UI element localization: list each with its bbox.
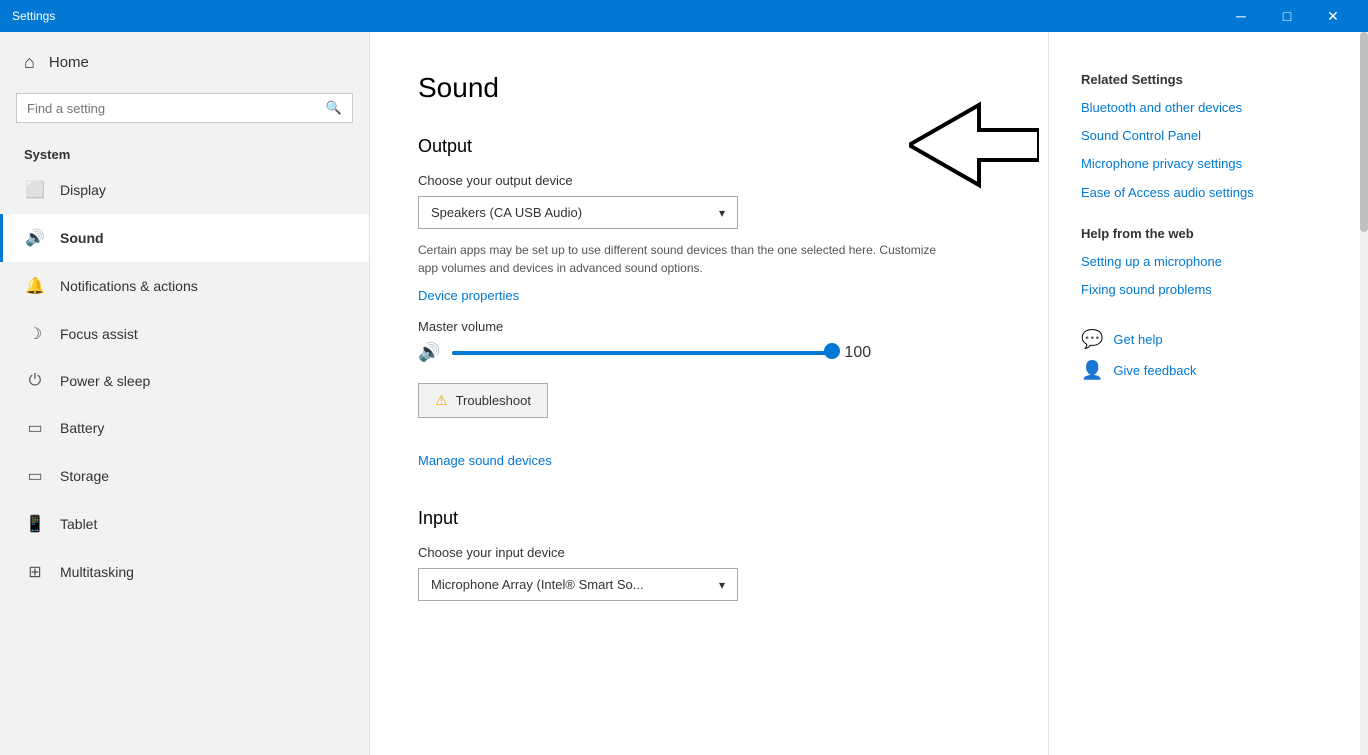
sidebar-sound-label: Sound [60,230,104,246]
output-chevron-icon: ▾ [719,206,725,220]
get-help-row[interactable]: 💬 Get help [1081,329,1344,350]
input-chevron-icon: ▾ [719,578,725,592]
output-section-title: Output [418,136,1000,157]
feedback-icon: 👤 [1081,360,1103,381]
display-icon: ⬜ [24,180,46,200]
sound-control-panel-link[interactable]: Sound Control Panel [1081,127,1344,145]
input-section: Input Choose your input device Microphon… [418,508,1000,601]
sidebar-multitasking-label: Multitasking [60,564,134,580]
scrollbar[interactable] [1360,32,1368,755]
output-device-label: Choose your output device [418,173,1000,188]
setup-mic-link[interactable]: Setting up a microphone [1081,253,1344,271]
get-help-link[interactable]: Get help [1113,331,1162,349]
microphone-privacy-link[interactable]: Microphone privacy settings [1081,155,1344,173]
troubleshoot-label: Troubleshoot [456,393,531,408]
storage-icon: ▭ [24,466,46,486]
sidebar-notifications-label: Notifications & actions [60,278,198,294]
title-bar: Settings ─ □ ✕ [0,0,1368,32]
sidebar-item-storage[interactable]: ▭ Storage [0,452,369,500]
maximize-button[interactable]: □ [1264,0,1310,32]
right-panel: Related Settings Bluetooth and other dev… [1048,32,1368,755]
main-content: Sound Output Choose your output device S… [370,32,1048,755]
manage-sound-link[interactable]: Manage sound devices [418,453,552,468]
search-icon: 🔍 [326,100,342,116]
volume-value: 100 [844,344,884,362]
related-settings-title: Related Settings [1081,72,1344,87]
home-label: Home [49,54,89,71]
sound-icon: 🔊 [24,228,46,248]
sidebar-item-focus[interactable]: ☽ Focus assist [0,310,369,358]
speaker-icon: 🔊 [418,342,440,363]
close-button[interactable]: ✕ [1310,0,1356,32]
device-properties-link[interactable]: Device properties [418,288,519,303]
volume-fill [452,351,832,355]
give-feedback-row[interactable]: 👤 Give feedback [1081,360,1344,381]
fix-sound-link[interactable]: Fixing sound problems [1081,281,1344,299]
sidebar-display-label: Display [60,182,106,198]
input-device-select[interactable]: Microphone Array (Intel® Smart So... ▾ [418,568,738,601]
output-device-select[interactable]: Speakers (CA USB Audio) ▾ [418,196,738,229]
input-section-title: Input [418,508,1000,529]
sidebar-item-display[interactable]: ⬜ Display [0,166,369,214]
sidebar-item-battery[interactable]: ▭ Battery [0,404,369,452]
tablet-icon: 📱 [24,514,46,534]
multitasking-icon: ⊞ [24,562,46,582]
sidebar-item-multitasking[interactable]: ⊞ Multitasking [0,548,369,596]
search-input[interactable] [27,101,318,116]
scrollbar-thumb[interactable] [1360,32,1368,232]
volume-row: 🔊 100 [418,342,1000,363]
ease-access-link[interactable]: Ease of Access audio settings [1081,184,1344,202]
sidebar-section-title: System [0,139,369,166]
sidebar-battery-label: Battery [60,420,104,436]
sidebar-item-sound[interactable]: 🔊 Sound [0,214,369,262]
bluetooth-link[interactable]: Bluetooth and other devices [1081,99,1344,117]
volume-thumb[interactable] [824,343,840,359]
sidebar-item-power[interactable]: ⏻ Power & sleep [0,358,369,404]
get-help-icon: 💬 [1081,329,1103,350]
page-title: Sound [418,72,1000,104]
output-device-value: Speakers (CA USB Audio) [431,205,582,220]
home-icon: ⌂ [24,52,35,73]
battery-icon: ▭ [24,418,46,438]
input-device-value: Microphone Array (Intel® Smart So... [431,577,644,592]
warning-icon: ⚠ [435,392,448,409]
notifications-icon: 🔔 [24,276,46,296]
focus-icon: ☽ [24,324,46,344]
sidebar-tablet-label: Tablet [60,516,97,532]
help-from-web-title: Help from the web [1081,226,1344,241]
minimize-button[interactable]: ─ [1218,0,1264,32]
sidebar-power-label: Power & sleep [60,373,150,389]
window-controls: ─ □ ✕ [1218,0,1356,32]
volume-slider[interactable] [452,351,832,355]
sidebar-focus-label: Focus assist [60,326,138,342]
output-info-text: Certain apps may be set up to use differ… [418,241,938,277]
input-device-label: Choose your input device [418,545,1000,560]
sidebar-home[interactable]: ⌂ Home [0,32,369,93]
master-volume-label: Master volume [418,319,1000,334]
sidebar-item-notifications[interactable]: 🔔 Notifications & actions [0,262,369,310]
app-title: Settings [12,9,55,23]
give-feedback-link[interactable]: Give feedback [1113,362,1196,380]
sidebar: ⌂ Home 🔍 System ⬜ Display 🔊 Sound 🔔 Noti… [0,32,370,755]
app-body: ⌂ Home 🔍 System ⬜ Display 🔊 Sound 🔔 Noti… [0,32,1368,755]
search-box[interactable]: 🔍 [16,93,353,123]
power-icon: ⏻ [24,372,46,390]
sidebar-item-tablet[interactable]: 📱 Tablet [0,500,369,548]
troubleshoot-button[interactable]: ⚠ Troubleshoot [418,383,548,418]
sidebar-storage-label: Storage [60,468,109,484]
